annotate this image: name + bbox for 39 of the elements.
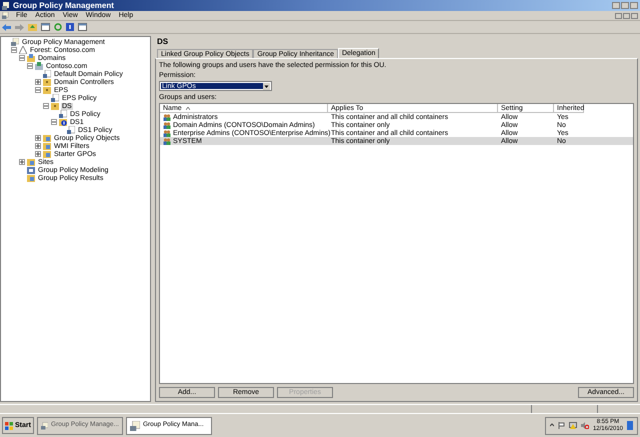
folder-icon	[51, 102, 59, 110]
console-icon	[40, 420, 48, 430]
collapse-icon[interactable]	[11, 47, 17, 53]
window-icon[interactable]	[78, 23, 87, 31]
window-icon[interactable]	[41, 23, 50, 31]
pane-title: DS	[156, 36, 170, 48]
collapse-icon[interactable]	[43, 103, 49, 109]
window-title: Group Policy Management	[13, 2, 114, 10]
help-icon[interactable]	[66, 23, 74, 31]
domains-icon	[27, 54, 35, 62]
collapse-icon[interactable]	[51, 119, 57, 125]
console-icon	[2, 12, 9, 19]
console-icon	[2, 2, 10, 10]
collapse-icon[interactable]	[35, 87, 41, 93]
expand-icon[interactable]	[35, 135, 41, 141]
sort-ascending-icon	[186, 106, 190, 110]
domain-icon	[35, 62, 43, 70]
chevron-up-icon[interactable]	[550, 423, 554, 428]
policy-icon	[43, 70, 51, 78]
network-icon[interactable]	[568, 422, 577, 429]
forest-icon	[19, 46, 27, 54]
dropdown-arrow-icon[interactable]	[263, 82, 270, 90]
policy-icon	[67, 126, 75, 134]
expand-icon[interactable]	[35, 143, 41, 149]
console-icon	[130, 420, 140, 430]
expand-icon[interactable]	[35, 79, 41, 85]
policy-icon	[59, 110, 67, 118]
expand-icon[interactable]	[19, 159, 25, 165]
windows-logo-icon	[5, 422, 13, 430]
policy-icon	[51, 94, 59, 102]
flag-icon[interactable]	[558, 422, 565, 429]
collapse-icon[interactable]	[19, 55, 25, 61]
expand-icon[interactable]	[35, 151, 41, 157]
modeling-icon	[27, 166, 35, 174]
blocked-folder-icon	[59, 118, 67, 126]
console-icon	[11, 38, 19, 46]
back-arrow-icon[interactable]	[2, 24, 11, 30]
speaker-muted-icon[interactable]	[580, 422, 589, 429]
collapse-icon[interactable]	[27, 63, 33, 69]
